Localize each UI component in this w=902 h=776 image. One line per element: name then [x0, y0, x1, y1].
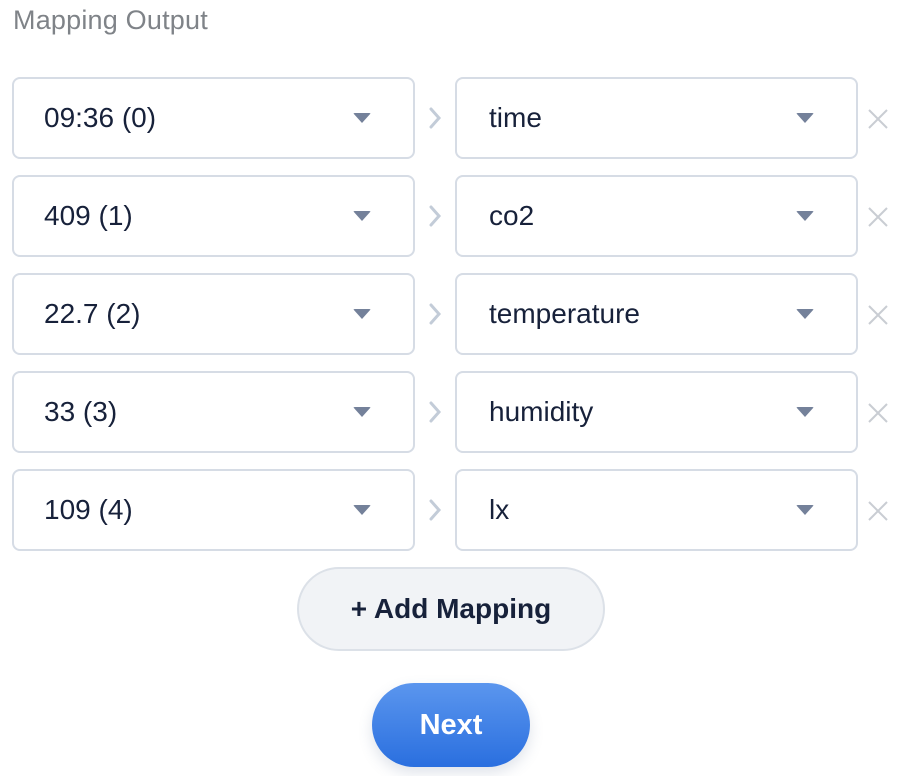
- target-field-select[interactable]: time: [455, 77, 858, 159]
- section-title: Mapping Output: [13, 5, 208, 35]
- mapping-row: 09:36 (0) time: [0, 77, 902, 175]
- source-field-value: 33 (3): [44, 396, 118, 427]
- source-field-value: 22.7 (2): [44, 298, 141, 329]
- target-field-select[interactable]: lx: [455, 469, 858, 551]
- caret-down-icon: [353, 407, 371, 417]
- caret-down-icon: [353, 113, 371, 123]
- mapping-row: 409 (1) co2: [0, 175, 902, 273]
- source-field-value: 409 (1): [44, 200, 133, 231]
- source-field-select[interactable]: 22.7 (2): [12, 273, 415, 355]
- source-field-select[interactable]: 409 (1): [12, 175, 415, 257]
- target-field-value: time: [489, 102, 542, 133]
- target-field-value: co2: [489, 200, 535, 231]
- chevron-right-icon: [429, 401, 442, 423]
- target-field-select[interactable]: temperature: [455, 273, 858, 355]
- caret-down-icon: [796, 505, 814, 515]
- target-field-select[interactable]: co2: [455, 175, 858, 257]
- caret-down-icon: [353, 211, 371, 221]
- mapping-list: 09:36 (0) time 409 (1) co2 22.7 (2) temp…: [0, 77, 902, 567]
- target-field-value: lx: [489, 494, 510, 525]
- caret-down-icon: [796, 113, 814, 123]
- chevron-right-icon: [429, 303, 442, 325]
- mapping-row: 22.7 (2) temperature: [0, 273, 902, 371]
- target-field-value: temperature: [489, 298, 640, 329]
- caret-down-icon: [796, 211, 814, 221]
- add-mapping-button[interactable]: + Add Mapping: [297, 567, 605, 651]
- remove-mapping-close-icon[interactable]: [866, 401, 890, 425]
- source-field-select[interactable]: 109 (4): [12, 469, 415, 551]
- caret-down-icon: [353, 505, 371, 515]
- caret-down-icon: [353, 309, 371, 319]
- next-button[interactable]: Next: [372, 683, 530, 767]
- source-field-value: 109 (4): [44, 494, 133, 525]
- remove-mapping-close-icon[interactable]: [866, 303, 890, 327]
- source-field-select[interactable]: 09:36 (0): [12, 77, 415, 159]
- remove-mapping-close-icon[interactable]: [866, 107, 890, 131]
- remove-mapping-close-icon[interactable]: [866, 499, 890, 523]
- remove-mapping-close-icon[interactable]: [866, 205, 890, 229]
- caret-down-icon: [796, 407, 814, 417]
- target-field-select[interactable]: humidity: [455, 371, 858, 453]
- source-field-value: 09:36 (0): [44, 102, 157, 133]
- chevron-right-icon: [429, 205, 442, 227]
- target-field-value: humidity: [489, 396, 594, 427]
- caret-down-icon: [796, 309, 814, 319]
- chevron-right-icon: [429, 107, 442, 129]
- mapping-row: 33 (3) humidity: [0, 371, 902, 469]
- source-field-select[interactable]: 33 (3): [12, 371, 415, 453]
- mapping-row: 109 (4) lx: [0, 469, 902, 567]
- chevron-right-icon: [429, 499, 442, 521]
